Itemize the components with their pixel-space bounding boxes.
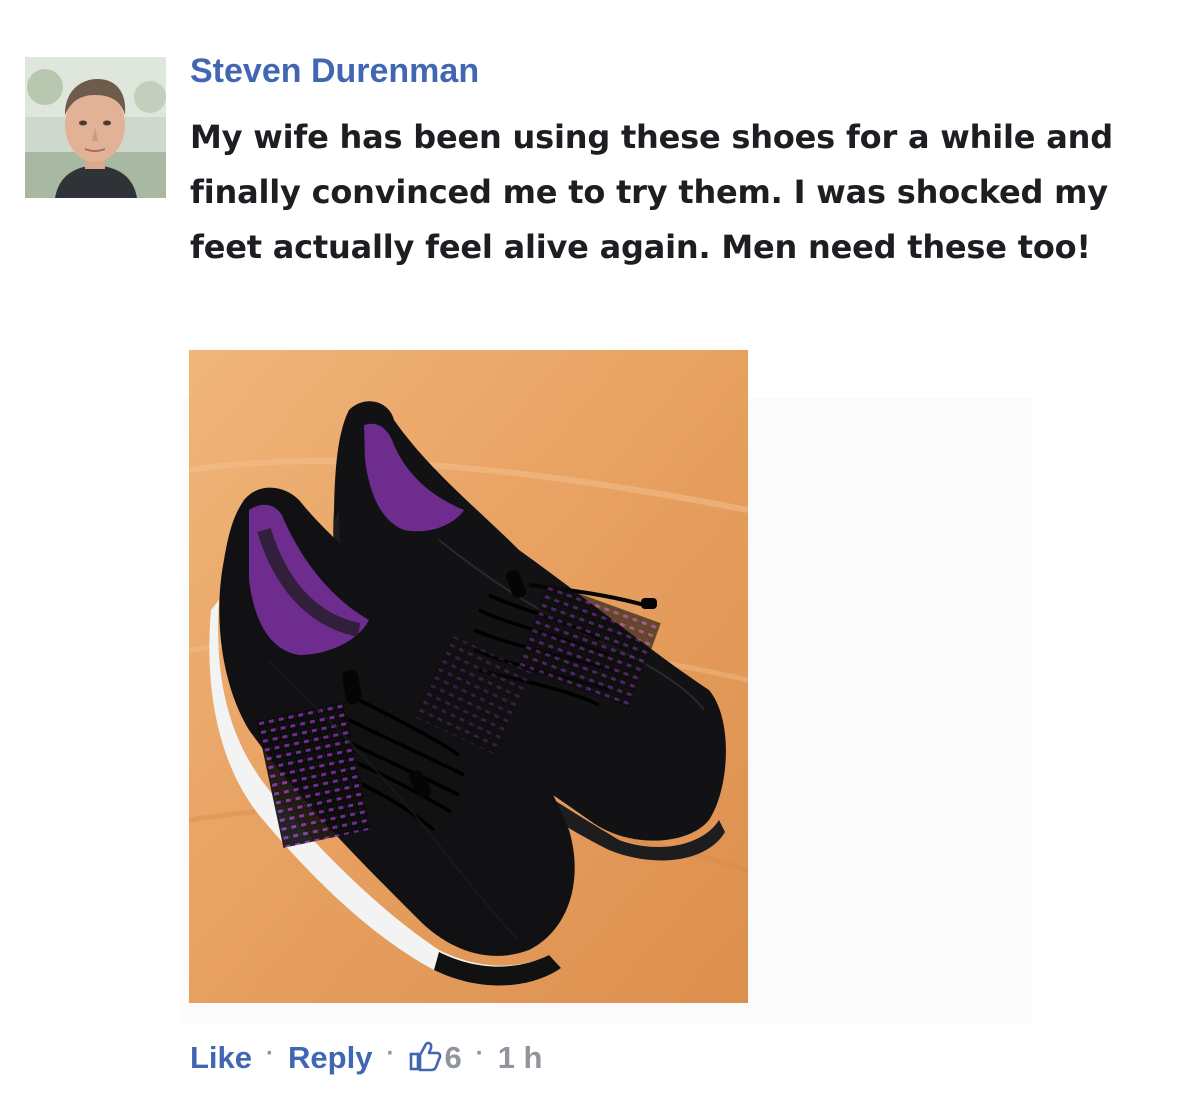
avatar-image: [25, 57, 166, 198]
comment-actions: Like · Reply · 6 · 1 h: [190, 1036, 543, 1080]
separator-dot: ·: [266, 1040, 275, 1067]
comment-author[interactable]: Steven Durenman: [190, 52, 479, 91]
separator-dot: ·: [475, 1040, 484, 1067]
like-count[interactable]: 6: [408, 1039, 462, 1076]
thumbs-up-icon: [408, 1039, 442, 1073]
like-count-value: 6: [444, 1040, 462, 1075]
comment-timestamp[interactable]: 1 h: [498, 1040, 543, 1076]
avatar[interactable]: [25, 57, 166, 198]
separator-dot: ·: [386, 1040, 395, 1067]
shoe-photo: [189, 350, 748, 1003]
comment: Steven Durenman My wife has been using t…: [0, 0, 1200, 1100]
like-button[interactable]: Like: [190, 1040, 252, 1076]
comment-photo[interactable]: [189, 350, 748, 1003]
comment-text: My wife has been using these shoes for a…: [190, 118, 1113, 266]
reply-button[interactable]: Reply: [288, 1040, 372, 1076]
